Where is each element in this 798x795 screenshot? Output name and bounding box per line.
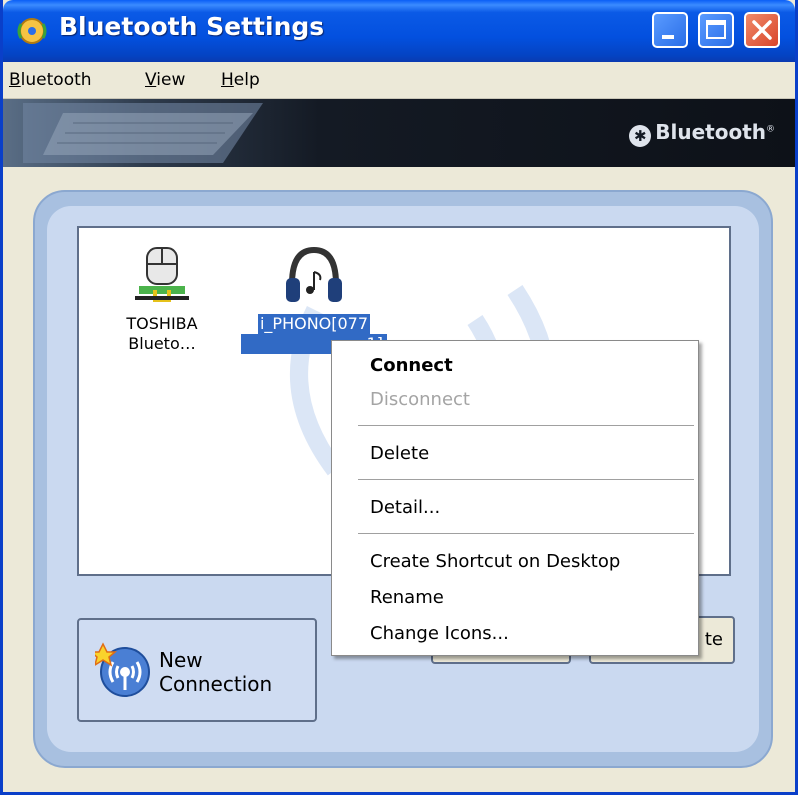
device-iphono[interactable]: i_PHONO[077 1] xyxy=(239,244,389,354)
laptop-graphic xyxy=(23,103,263,163)
device-name-line2: Blueto… xyxy=(128,334,196,353)
bluetooth-logo-icon: ✱ xyxy=(629,125,652,147)
minimize-button[interactable] xyxy=(652,12,688,48)
bluetooth-app-icon xyxy=(17,18,47,44)
maximize-icon xyxy=(706,20,726,39)
menu-item-connect[interactable]: Connect xyxy=(370,355,453,376)
menu-separator xyxy=(358,533,694,534)
menu-item-change-icons[interactable]: Change Icons... xyxy=(370,623,509,644)
bluetooth-brand: ✱ Bluetooth® xyxy=(629,120,775,147)
new-connection-button[interactable]: New Connection xyxy=(77,618,317,722)
window-title: Bluetooth Settings xyxy=(59,12,325,41)
headphones-icon xyxy=(286,246,342,302)
menu-item-detail[interactable]: Detail... xyxy=(370,497,440,518)
menu-item-delete[interactable]: Delete xyxy=(370,443,429,464)
device-toshiba[interactable]: TOSHIBA Blueto… xyxy=(107,244,217,354)
context-menu: Connect Disconnect Delete Detail... Crea… xyxy=(331,340,699,656)
menu-separator xyxy=(358,479,694,480)
title-bar[interactable]: Bluetooth Settings xyxy=(3,0,795,62)
close-icon xyxy=(752,20,772,40)
maximize-button[interactable] xyxy=(698,12,734,48)
menu-view[interactable]: View xyxy=(145,70,185,90)
bluetooth-settings-window: Bluetooth Settings Bluetooth View Help ✱… xyxy=(0,0,798,795)
bluetooth-banner: ✱ Bluetooth® xyxy=(3,99,795,167)
menu-help[interactable]: Help xyxy=(221,70,260,90)
device-name-line1: i_PHONO[077 xyxy=(257,314,371,334)
minimize-icon xyxy=(662,35,674,39)
mouse-icon xyxy=(135,247,189,302)
new-connection-label: New Connection xyxy=(159,648,273,696)
menu-item-disconnect: Disconnect xyxy=(370,389,470,410)
menu-separator xyxy=(358,425,694,426)
menu-bar: Bluetooth View Help xyxy=(3,62,795,99)
menu-bluetooth[interactable]: Bluetooth xyxy=(9,70,92,90)
menu-item-rename[interactable]: Rename xyxy=(370,587,444,608)
close-button[interactable] xyxy=(744,12,780,48)
device-name-line1: TOSHIBA xyxy=(126,314,198,333)
menu-item-create-shortcut[interactable]: Create Shortcut on Desktop xyxy=(370,551,620,572)
new-connection-icon xyxy=(95,642,150,697)
